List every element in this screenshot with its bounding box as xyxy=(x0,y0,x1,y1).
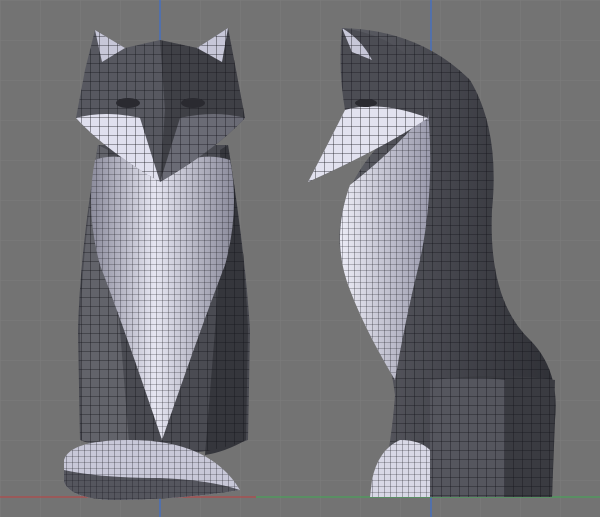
3d-viewport[interactable] xyxy=(0,0,600,517)
side-eye xyxy=(355,99,377,107)
front-eye-right xyxy=(181,98,205,108)
fox-front-view[interactable] xyxy=(64,28,250,500)
viewport-canvas[interactable] xyxy=(0,0,600,517)
front-eye-left xyxy=(116,98,140,108)
side-base-wire xyxy=(430,376,555,497)
